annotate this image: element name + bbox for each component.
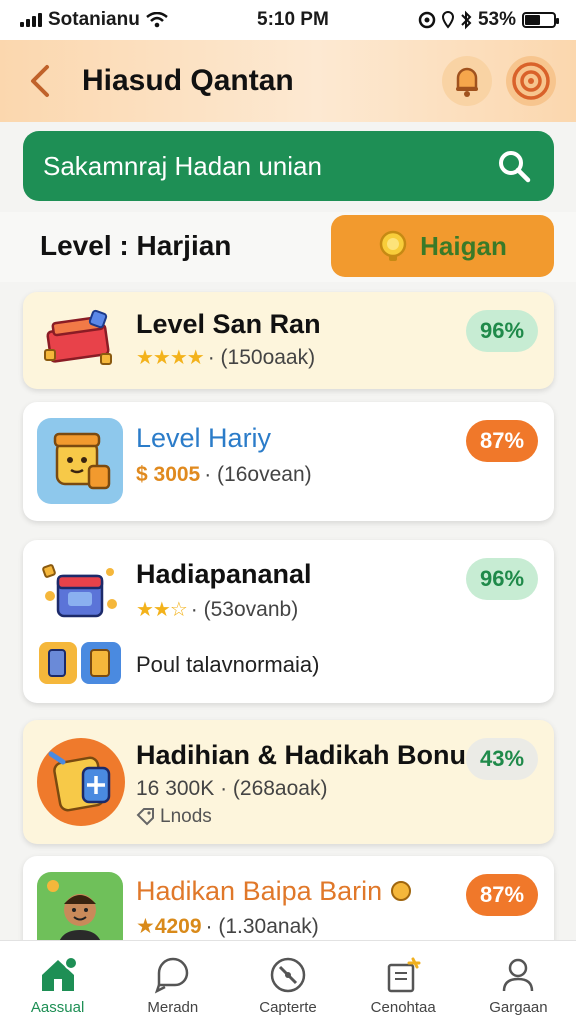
- reward-card-2[interactable]: Level Hariy $ 3005 · (16ovean) 87%: [23, 402, 554, 521]
- percent-badge: 43%: [466, 738, 538, 780]
- card-meta: · (1.30anak): [205, 914, 319, 938]
- haigan-button[interactable]: Haigan: [331, 215, 554, 277]
- card-rating: ★★☆ · (53ovanb): [136, 597, 298, 622]
- card-meta: · (16ovean): [204, 463, 312, 486]
- bonus-coin-icon: [37, 738, 125, 826]
- star-rating-icon: ★★★★: [136, 347, 205, 369]
- bottom-nav: Aassual Meradn Capterte Cenohtaa Gargaan: [0, 940, 576, 1024]
- search-bar[interactable]: Sakamnraj Hadan unian: [23, 131, 554, 201]
- clipboard-icon: [383, 955, 423, 995]
- card-price-row: $ 3005 · (16ovean): [136, 463, 312, 487]
- reward-card-3[interactable]: Hadiapananal ★★☆ · (53ovanb) 96% Poul tal…: [23, 540, 554, 703]
- reward-card-1[interactable]: Level San Ran ★★★★ · (150oaak) 96%: [23, 292, 554, 389]
- tag-icon: [136, 808, 154, 826]
- card-note: Lnods: [160, 806, 212, 827]
- battery-icon: [522, 12, 559, 28]
- percent-badge: 96%: [466, 558, 538, 600]
- compass-icon: [268, 955, 308, 995]
- bell-icon: [456, 67, 478, 97]
- card-title: Hadiapananal: [136, 559, 312, 589]
- alarm-icon: [418, 11, 436, 29]
- card-price-row: ★4209 · (1.30anak): [136, 914, 319, 939]
- card-title: Hadikan Baipa Barin: [136, 876, 383, 906]
- user-icon: [498, 955, 538, 995]
- status-bar: Sotanianu 5:10 PM 53%: [0, 0, 576, 40]
- nav-label: Aassual: [30, 999, 85, 1016]
- nav-label: Cenohtaa: [370, 999, 436, 1016]
- card-price: ★4209: [136, 915, 202, 938]
- card-extra: Poul talavnormaia): [136, 652, 320, 677]
- search-input[interactable]: Sakamnraj Hadan unian: [43, 151, 494, 182]
- nav-item-chat[interactable]: Meradn: [115, 941, 230, 1024]
- battery-percent: 53%: [477, 9, 516, 30]
- percent-badge: 87%: [466, 874, 538, 916]
- home-icon: [38, 955, 78, 995]
- percent-badge: 87%: [466, 420, 538, 462]
- target-icon: [512, 62, 550, 100]
- nav-label: Meradn: [147, 999, 199, 1016]
- card-meta: 16 300K · (268aoak): [136, 777, 328, 800]
- nav-item-home[interactable]: Aassual: [0, 941, 115, 1024]
- reward-card-4[interactable]: Hadihian & Hadikah Bonus 16 300K · (268a…: [23, 720, 554, 844]
- page-title: Hiasud Qantan: [82, 64, 294, 97]
- gift-box-icon: [37, 298, 123, 384]
- card-rating: ★★★★ · (150oaak): [136, 345, 315, 370]
- card-note-row: Lnods: [136, 806, 212, 828]
- search-button[interactable]: [494, 146, 534, 186]
- back-button[interactable]: [20, 61, 60, 101]
- bluetooth-icon: [461, 10, 472, 30]
- target-button[interactable]: [506, 56, 556, 106]
- haigan-button-label: Haigan: [420, 230, 507, 261]
- chat-icon: [153, 955, 193, 995]
- gift-chest-icon: [37, 552, 123, 638]
- signal-icon: [20, 13, 42, 27]
- card-price: $ 3005: [136, 463, 201, 486]
- notification-button[interactable]: [442, 56, 492, 106]
- card-meta: · (150oaak): [207, 345, 316, 369]
- search-icon: [499, 151, 531, 183]
- nav-label: Gargaan: [489, 999, 548, 1016]
- coin-icon: [379, 230, 407, 261]
- filter-row: Level : Harjian Haigan: [0, 212, 576, 282]
- status-time: 5:10 PM: [257, 9, 329, 30]
- treasure-jar-icon: [37, 418, 123, 504]
- star-rating-icon: ★★☆: [136, 599, 188, 621]
- wifi-icon: [146, 12, 168, 28]
- nav-item-explore[interactable]: Capterte: [230, 941, 345, 1024]
- nav-label: Capterte: [259, 999, 317, 1016]
- card-title: Level Hariy: [136, 423, 272, 453]
- nav-item-profile[interactable]: Gargaan: [461, 941, 576, 1024]
- chevron-left-icon: [31, 65, 49, 97]
- card-title-row: Hadikan Baipa Barin: [136, 876, 412, 907]
- nav-item-tasks[interactable]: Cenohtaa: [346, 941, 461, 1024]
- level-filter-label[interactable]: Level : Harjian: [40, 230, 231, 262]
- voucher-icon: [37, 638, 123, 690]
- card-title: Level San Ran: [136, 309, 321, 339]
- app-header: Hiasud Qantan: [0, 40, 576, 122]
- location-icon: [441, 11, 454, 29]
- carrier-label: Sotanianu: [48, 9, 140, 30]
- card-meta: · (53ovanb): [190, 597, 299, 621]
- percent-badge: 96%: [466, 310, 538, 352]
- card-title: Hadihian & Hadikah Bonus: [136, 740, 482, 770]
- coin-icon: [390, 881, 411, 901]
